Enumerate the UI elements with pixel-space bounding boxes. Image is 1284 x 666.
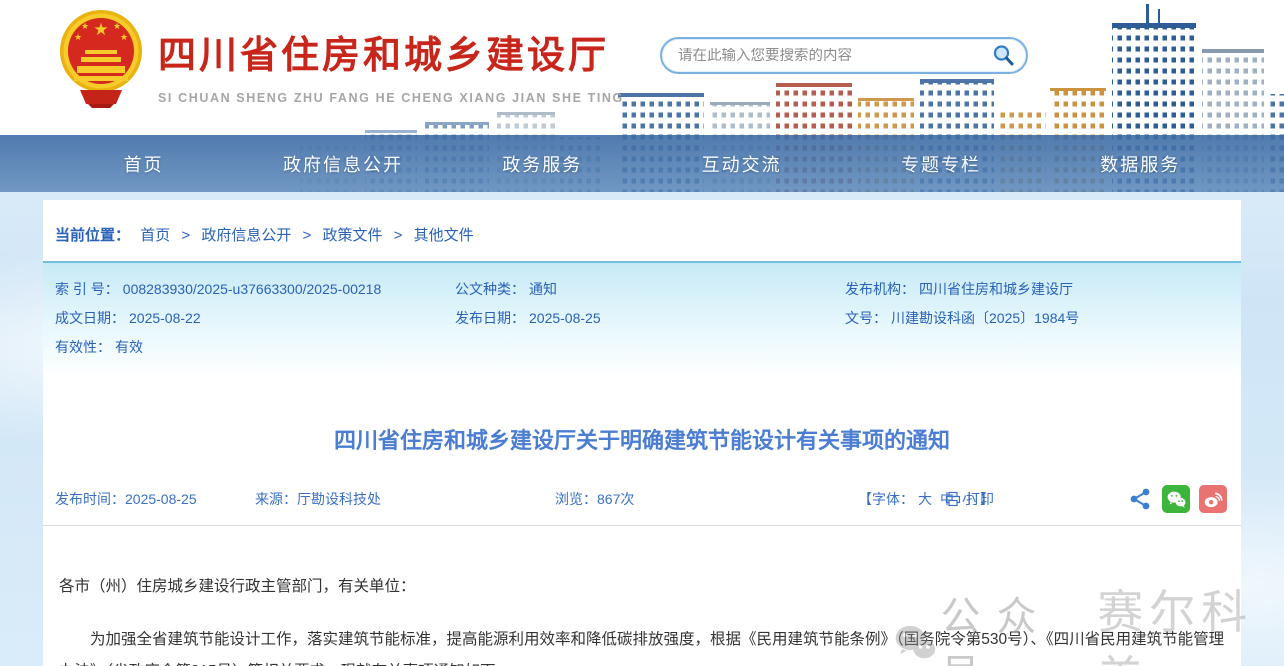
share-buttons [1127,485,1227,513]
doc-meta-date-published: 发布日期：2025-08-25 [455,308,845,328]
search-input[interactable] [678,48,990,64]
doc-meta-agency: 发布机构：四川省住房和城乡建设厅 [845,279,1229,299]
svg-text:★: ★ [74,32,82,42]
article-salutation: 各市（州）住房城乡建设行政主管部门，有关单位： [59,574,1225,596]
svg-text:★: ★ [120,32,128,42]
emblem-star-large: ★ [93,20,108,39]
breadcrumb-link-other-docs[interactable]: 其他文件 [414,227,474,244]
national-emblem-logo: ★ ★ ★ ★ ★ [58,6,144,108]
weibo-icon [1202,488,1224,510]
breadcrumb-separator: > [303,227,312,244]
breadcrumb-separator: > [181,227,190,244]
weibo-share-button[interactable] [1199,485,1227,513]
page: ★ ★ ★ ★ ★ 四川省住房和城乡建设厅 SI CHUAN SHENG ZHU… [0,0,1284,666]
breadcrumb-label: 当前位置： [55,227,130,244]
search-button[interactable] [990,43,1016,69]
nav-item-data-services[interactable]: 数据服务 [1041,151,1240,177]
article-paragraph: 为加强全省建筑节能设计工作，落实建筑节能标准，提高能源利用效率和降低碳排放强度，… [59,624,1225,666]
article-body: 各市（州）住房城乡建设行政主管部门，有关单位： 为加强全省建筑节能设计工作，落实… [43,574,1241,666]
doc-meta-validity: 有效性：有效 [55,337,455,357]
print-button[interactable]: 打印 [945,489,994,509]
nav-item-home[interactable]: 首页 [44,151,243,177]
site-brand: 四川省住房和城乡建设厅 SI CHUAN SHENG ZHU FANG HE C… [158,24,624,105]
svg-text:★: ★ [81,21,89,31]
main-navbar: 首页 政府信息公开 政务服务 互动交流 专题专栏 数据服务 [0,135,1284,192]
article-meta-row: 发布时间：2025-08-25 来源：厅勘设科技处 浏览：867次 【字体：大中… [43,485,1241,513]
breadcrumb-separator: > [394,227,403,244]
wechat-icon [1165,488,1187,510]
content-panel: 当前位置： 首页 > 政府信息公开 > 政策文件 > 其他文件 索 引 号：00… [43,200,1241,666]
article-title: 四川省住房和城乡建设厅关于明确建筑节能设计有关事项的通知 [43,423,1241,455]
article-source: 来源：厅勘设科技处 [255,489,381,509]
doc-meta-date-written: 成文日期：2025-08-22 [55,308,455,328]
view-count: 浏览：867次 [555,489,634,509]
font-size-large[interactable]: 大 [918,491,932,507]
nav-item-special-topics[interactable]: 专题专栏 [841,151,1040,177]
header: ★ ★ ★ ★ ★ 四川省住房和城乡建设厅 SI CHUAN SHENG ZHU… [0,0,1284,192]
search-box [660,37,1028,74]
document-meta-panel: 索 引 号：008283930/2025-u37663300/2025-0021… [43,261,1241,375]
breadcrumb-link-gov-info[interactable]: 政府信息公开 [201,227,291,244]
printer-icon [945,491,961,507]
nav-item-services[interactable]: 政务服务 [443,151,642,177]
breadcrumb-link-policy-docs[interactable]: 政策文件 [322,227,382,244]
doc-meta-type: 公文种类：通知 [455,279,845,299]
doc-meta-doc-number: 文号：川建勘设科函〔2025〕1984号 [845,308,1229,328]
breadcrumb-link-home[interactable]: 首页 [140,227,170,244]
doc-meta-index: 索 引 号：008283930/2025-u37663300/2025-0021… [55,279,455,299]
meta-divider [43,525,1241,526]
breadcrumb: 当前位置： 首页 > 政府信息公开 > 政策文件 > 其他文件 [43,200,1241,245]
nav-item-interaction[interactable]: 互动交流 [642,151,841,177]
share-icon[interactable] [1127,486,1153,512]
site-title: 四川省住房和城乡建设厅 [158,24,624,79]
site-pinyin: SI CHUAN SHENG ZHU FANG HE CHENG XIANG J… [158,91,624,105]
nav-item-gov-info[interactable]: 政府信息公开 [243,151,442,177]
svg-text:★: ★ [113,21,121,31]
wechat-share-button[interactable] [1162,485,1190,513]
search-icon [991,43,1015,67]
publish-time: 发布时间：2025-08-25 [55,489,197,509]
